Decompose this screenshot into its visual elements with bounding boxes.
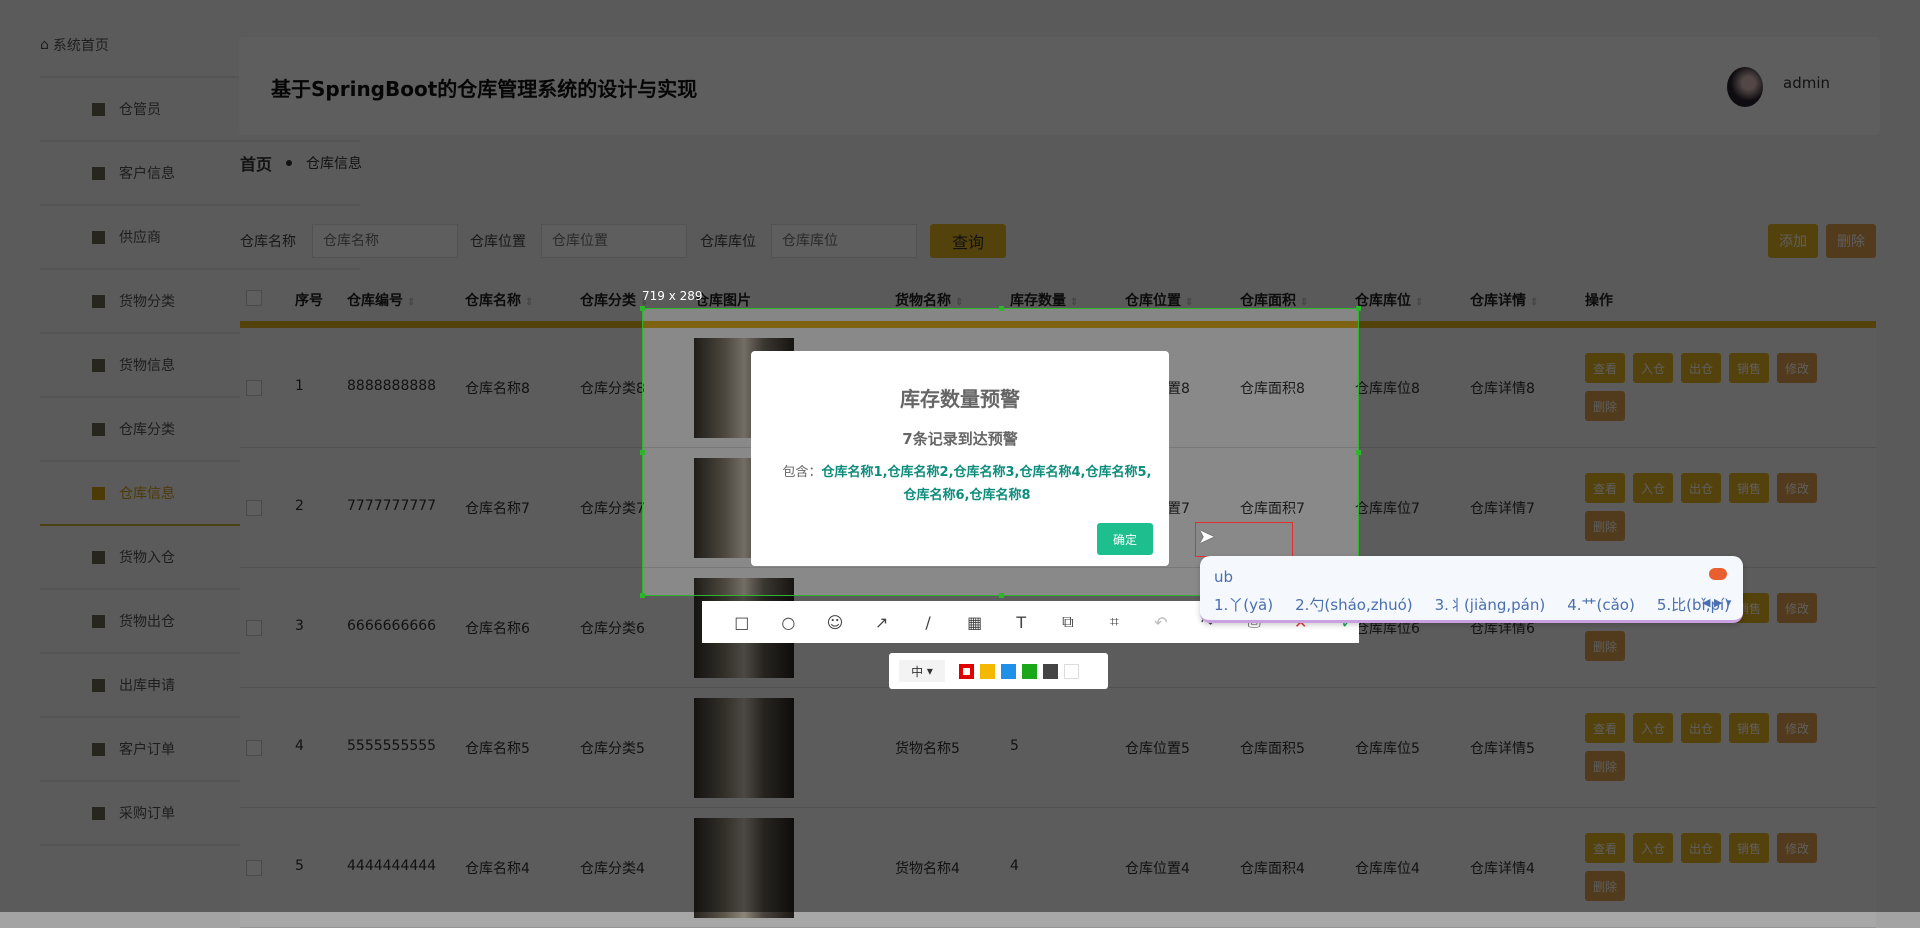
- resize-handle[interactable]: [1356, 450, 1361, 455]
- text-options-bar: 中 ▾: [889, 653, 1108, 689]
- dialog-title: 库存数量预警: [900, 387, 1020, 411]
- selection-size: 719 x 289: [642, 289, 703, 303]
- confirm-button[interactable]: 确定: [1097, 523, 1153, 555]
- font-size-value: 中: [911, 664, 924, 679]
- color-swatch[interactable]: [980, 663, 995, 679]
- ime-candidates: 1.丫(yā) 2.勺(sháo,zhuó) 3.丬(jiàng,pán) 4.艹(c…: [1214, 594, 1730, 615]
- resize-handle[interactable]: [640, 593, 645, 598]
- resize-handle[interactable]: [640, 450, 645, 455]
- ime-candidate[interactable]: 4.艹(cǎo): [1567, 594, 1635, 615]
- ime-logo-icon: [1709, 568, 1727, 580]
- pen-icon[interactable]: /: [916, 610, 940, 634]
- font-size-select[interactable]: 中 ▾: [899, 660, 945, 682]
- contains-label: 包含：: [782, 465, 822, 480]
- color-swatch[interactable]: [1064, 663, 1079, 679]
- color-swatch[interactable]: [1043, 663, 1058, 679]
- color-swatch[interactable]: [959, 663, 974, 679]
- warning-list: 仓库名称1,仓库名称2,仓库名称3,仓库名称4,仓库名称5,仓库名称6,仓库名称…: [821, 465, 1152, 503]
- ocr-icon[interactable]: ⌗: [1103, 610, 1127, 634]
- resize-handle[interactable]: [999, 306, 1004, 311]
- ime-candidate[interactable]: 2.勺(sháo,zhuó): [1295, 594, 1413, 615]
- resize-handle[interactable]: [1356, 306, 1361, 311]
- ime-page-nav[interactable]: ◀ ▶ ▾: [1702, 596, 1731, 609]
- ime-candidate[interactable]: 1.丫(yā): [1214, 594, 1273, 615]
- ellipse-icon[interactable]: ○: [777, 610, 801, 634]
- text-icon[interactable]: T: [1009, 610, 1033, 634]
- mouse-cursor-icon: ➤: [1198, 524, 1215, 548]
- color-swatch[interactable]: [1022, 663, 1037, 679]
- dialog-body: 包含：仓库名称1,仓库名称2,仓库名称3,仓库名称4,仓库名称5,仓库名称6,仓…: [781, 461, 1153, 507]
- pin-icon[interactable]: ⧉: [1056, 610, 1080, 634]
- ime-candidate[interactable]: 3.丬(jiàng,pán): [1435, 594, 1546, 615]
- arrow-icon[interactable]: ↗: [870, 610, 894, 634]
- stock-warning-dialog: 库存数量预警 7条记录到达预警 包含：仓库名称1,仓库名称2,仓库名称3,仓库名…: [751, 351, 1169, 566]
- ime-candidate-window: ub 1.丫(yā) 2.勺(sháo,zhuó) 3.丬(jiàng,pán) 4.…: [1200, 556, 1743, 623]
- color-swatch[interactable]: [1001, 663, 1016, 679]
- ime-input: ub: [1214, 568, 1234, 586]
- mosaic-icon[interactable]: ▦: [963, 610, 987, 634]
- resize-handle[interactable]: [640, 306, 645, 311]
- resize-handle[interactable]: [999, 593, 1004, 598]
- dialog-subtitle: 7条记录到达预警: [902, 430, 1018, 448]
- emoji-icon[interactable]: ☺: [823, 610, 847, 634]
- rectangle-icon[interactable]: □: [730, 610, 754, 634]
- undo-icon[interactable]: ↶: [1149, 610, 1173, 634]
